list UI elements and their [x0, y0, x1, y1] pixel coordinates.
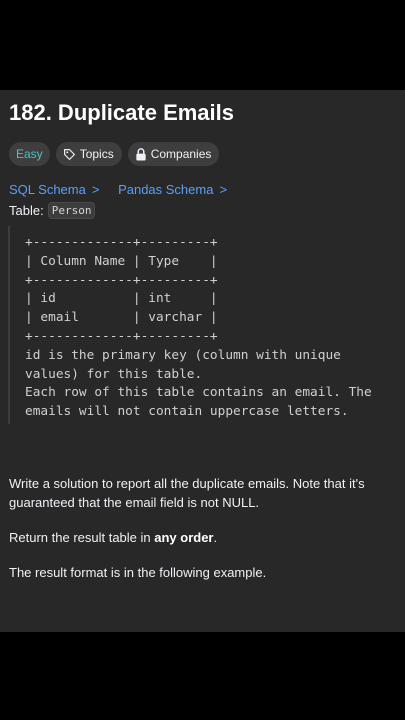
description-paragraph-3: The result format is in the following ex…: [9, 565, 267, 580]
problem-title: 182. Duplicate Emails: [9, 100, 234, 125]
tag-icon: [63, 148, 76, 161]
schema-code-text: +-------------+---------+ | Column Name …: [25, 235, 372, 420]
difficulty-badge: Easy: [9, 142, 50, 166]
chevron-right-icon: >: [219, 182, 228, 197]
tag-row: Easy Topics Companies: [9, 142, 220, 166]
table-prefix: Table:: [9, 203, 44, 218]
companies-label: Companies: [150, 147, 212, 161]
description-paragraph-2: Return the result table in any order.: [9, 528, 399, 547]
sql-schema-link[interactable]: SQL Schema: [9, 182, 86, 197]
table-name-line: Table: Person: [9, 202, 96, 219]
chevron-right-icon: >: [91, 182, 100, 197]
companies-button[interactable]: Companies: [127, 142, 220, 166]
topics-button[interactable]: Topics: [55, 142, 122, 166]
description-paragraph-1: Write a solution to report all the dupli…: [9, 476, 365, 510]
difficulty-label: Easy: [16, 147, 43, 161]
lock-icon: [135, 147, 147, 161]
description-p2-bold: any order: [154, 530, 214, 545]
pandas-schema-link[interactable]: Pandas Schema: [118, 182, 213, 197]
description-p2-start: Return the result table in: [9, 530, 155, 545]
schema-links: SQL Schema > Pandas Schema >: [9, 182, 227, 197]
schema-code-block: +-------------+---------+ | Column Name …: [8, 226, 394, 424]
topics-label: Topics: [79, 147, 114, 161]
problem-panel: 182. Duplicate Emails Easy Topics Compan…: [0, 90, 405, 632]
table-name-code: Person: [47, 202, 96, 219]
description-p2-end: .: [213, 530, 218, 545]
